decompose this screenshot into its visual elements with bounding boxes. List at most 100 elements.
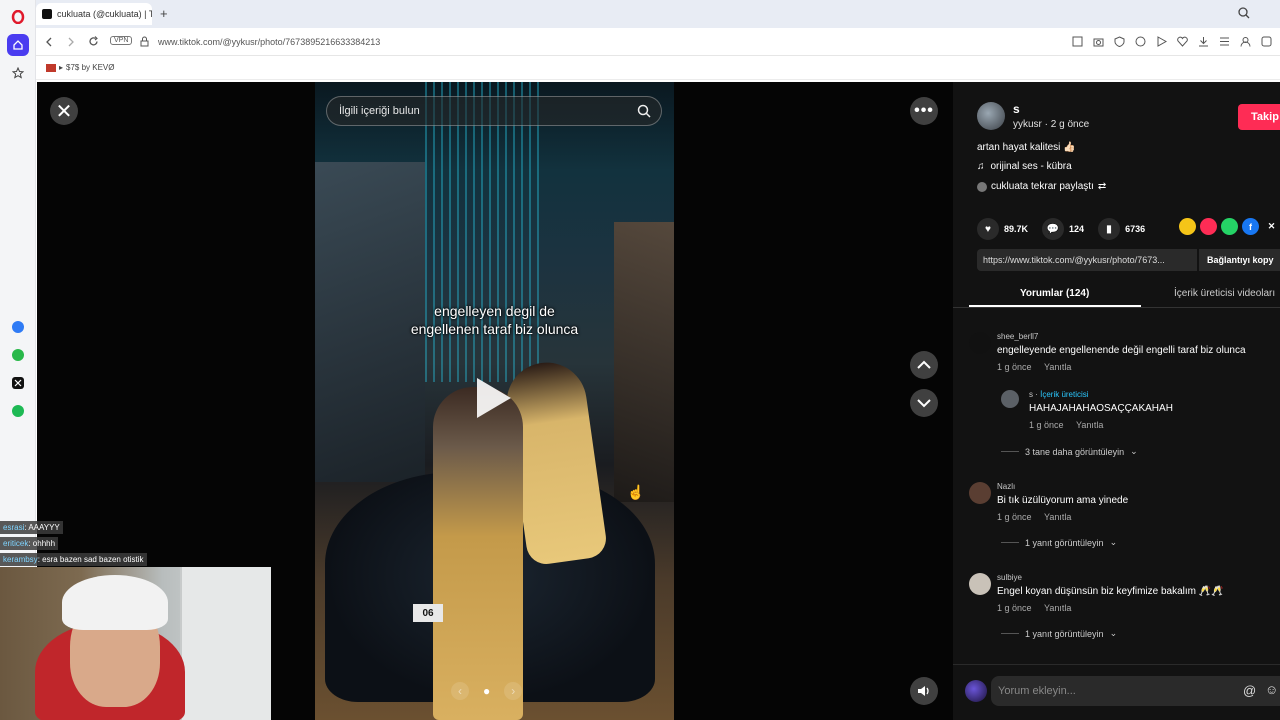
tab-creator-videos[interactable]: İçerik üreticisi videoları [1174,288,1275,299]
comment-input[interactable]: Yorum ekleyin... [991,676,1280,706]
comment-time: 1 g önce [997,512,1032,522]
tab-tiktok[interactable]: cukluata (@cukluata) | Tik [36,3,152,25]
save-count: 6736 [1125,224,1146,234]
post-link-field[interactable]: https://www.tiktok.com/@yykusr/photo/767… [977,249,1197,271]
repost-info: cukluata tekrar paylaştı ⇄ [977,181,1106,192]
search-tabs-icon[interactable] [1238,7,1250,19]
mention-icon[interactable]: @ [1243,683,1256,698]
volume-button[interactable] [910,677,938,705]
lock-icon[interactable] [140,36,149,47]
reply-button[interactable]: Yanıtla [1044,512,1071,522]
music-link[interactable]: ♫ orijinal ses - kübra [977,161,1072,172]
avatar[interactable] [969,573,991,595]
comment-text: Engel koyan düşünsün biz keyfimize bakal… [997,586,1224,597]
star-icon[interactable] [7,62,29,84]
bookmark-favicon-icon [46,63,56,72]
follow-button[interactable]: Takip [1238,104,1280,130]
spotify-icon[interactable] [7,400,29,422]
music-note-icon: ♫ [977,161,985,172]
related-search-input[interactable]: İlgili içeriği bulun [326,96,662,126]
previous-post-button[interactable] [910,351,938,379]
comment-meta: 1 g önce Yanıtla [997,362,1071,372]
chat-user: esrasi [3,523,25,532]
chat-message: kerambsy: esra bazen sad bazen otistik [0,553,147,566]
repost-text: cukluata tekrar paylaştı [991,181,1094,192]
camera-icon[interactable] [1093,36,1104,47]
edit-icon[interactable] [1072,36,1083,47]
tiktok-favicon-icon [42,9,52,19]
list-icon[interactable] [1219,36,1230,47]
like-stat[interactable]: ♥ 89.7K [977,218,1028,240]
emoji-icon[interactable]: ☺ [1265,682,1278,697]
home-icon[interactable] [7,34,29,56]
post-description: artan hayat kalitesi 👍🏻 [977,142,1076,153]
bookmark-item[interactable]: ▸ $7$ by KEVØ [46,63,115,72]
menu-icon[interactable] [1261,36,1272,47]
x-twitter-icon[interactable] [7,372,29,394]
divider [1001,542,1019,543]
play-icon[interactable] [477,378,511,418]
extension-icon[interactable] [1135,36,1146,47]
chat-user: kerambsy [3,555,38,564]
reload-icon[interactable] [88,36,99,47]
search-icon[interactable] [637,104,651,118]
reply-button[interactable]: Yanıtla [1044,603,1071,613]
next-post-button[interactable] [910,389,938,417]
whatsapp-share-icon[interactable] [1221,218,1238,235]
avatar[interactable] [965,680,987,702]
download-icon[interactable] [1198,36,1209,47]
profile-icon[interactable] [1240,36,1251,47]
carousel-next-icon[interactable]: › [504,682,523,700]
avatar[interactable] [969,482,991,504]
comment-author[interactable]: shee_berll7 [997,332,1038,341]
chevron-down-icon [917,399,931,408]
opera-logo-icon[interactable] [7,6,29,28]
url-field[interactable]: www.tiktok.com/@yykusr/photo/76738952166… [158,37,380,47]
tab-comments[interactable]: Yorumlar (124) [1020,288,1089,299]
comment-stat[interactable]: 💬 124 [1042,218,1084,240]
reply-button[interactable]: Yanıtla [1076,420,1103,430]
whatsapp-icon[interactable] [7,344,29,366]
copy-link-button[interactable]: Bağlantıyı kopy [1199,249,1280,271]
comment-meta: 1 g önce Yanıtla [997,603,1071,613]
view-more-replies[interactable]: 3 tane daha görüntüleyin ⌄ [1001,446,1138,457]
save-stat[interactable]: ▮ 6736 [1098,218,1145,240]
forward-icon[interactable] [66,37,76,47]
chat-text: : AAAYYY [24,523,60,532]
view-more-label: 1 yanıt görüntüleyin [1025,537,1104,548]
comment-author[interactable]: s · İçerik üreticisi [1029,390,1089,399]
carousel-prev-icon[interactable]: ‹ [451,682,469,700]
embed-share-icon[interactable] [1179,218,1196,235]
building-right [614,222,674,502]
view-more-label: 3 tane daha görüntüleyin [1025,446,1125,457]
heart-icon[interactable] [1177,36,1188,47]
webcam-hat [62,575,168,630]
comment-author[interactable]: sulbiye [997,573,1022,582]
vpn-badge[interactable]: VPN [110,36,133,45]
avatar[interactable] [1001,390,1019,408]
comment-text: HAHAJAHAHAOSAÇÇAKAHAH [1029,403,1173,414]
address-bar: VPN www.tiktok.com/@yykusr/photo/7673895… [36,28,1280,56]
view-more-replies[interactable]: 1 yanıt görüntüleyin ⌄ [1001,628,1117,639]
toolbar-icons [1072,36,1272,47]
play-icon[interactable] [1156,36,1167,47]
more-options-button[interactable]: ••• [910,97,938,125]
facebook-share-icon[interactable]: f [1242,218,1259,235]
view-more-label: 1 yanıt görüntüleyin [1025,628,1104,639]
avatar[interactable] [977,102,1005,130]
comment-author[interactable]: Nazlı [997,482,1015,491]
send-share-icon[interactable] [1200,218,1217,235]
messenger-icon[interactable] [7,316,29,338]
view-more-replies[interactable]: 1 yanıt görüntüleyin ⌄ [1001,537,1117,548]
photo-caption-overlay: engelleyen degil de engellenen taraf biz… [315,302,674,338]
close-viewer-button[interactable]: ✕ [50,97,78,125]
reply-button[interactable]: Yanıtla [1044,362,1071,372]
chevron-up-icon [917,360,931,369]
x-share-icon[interactable]: ✕ [1263,218,1280,235]
new-tab-button[interactable]: + [160,6,168,21]
shield-icon[interactable] [1114,36,1125,47]
author-name[interactable]: s [1013,102,1020,116]
avatar[interactable] [969,332,991,354]
back-icon[interactable] [44,37,54,47]
comment-composer: Yorum ekleyin... @ ☺ [953,664,1280,720]
